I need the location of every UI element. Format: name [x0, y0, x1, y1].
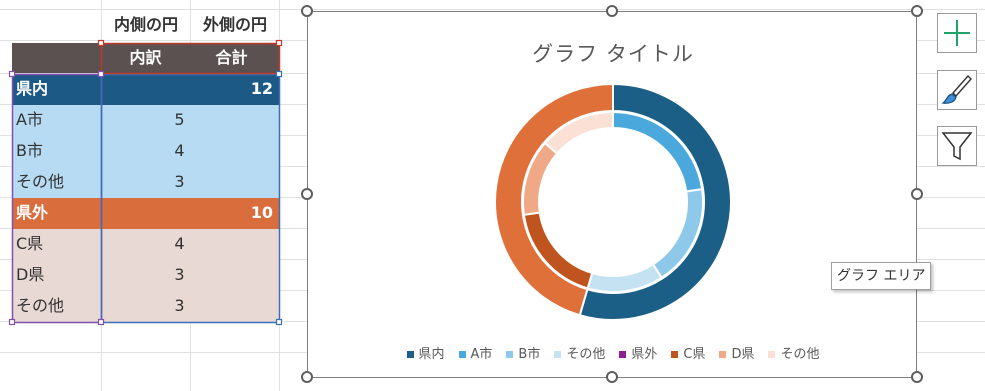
legend-swatch	[506, 351, 514, 358]
legend-swatch	[406, 351, 414, 358]
filter-icon	[941, 132, 973, 161]
legend-label: B市	[518, 347, 541, 362]
legend-entry[interactable]: B市	[506, 343, 540, 362]
chart-area[interactable]: グラフ タイトル 県内 A市 B市 その他 県外 C県 D県 その他	[307, 11, 917, 378]
chart-area-tooltip: グラフ エリア	[831, 262, 932, 290]
resize-handle-bottom-left[interactable]	[301, 371, 313, 383]
chart-styles-button[interactable]	[937, 70, 977, 110]
legend-swatch	[619, 351, 627, 358]
resize-handle-bottom[interactable]	[606, 371, 618, 383]
legend-label: その他	[566, 347, 606, 362]
legend-label: 県外	[631, 347, 658, 362]
resize-handle-right[interactable]	[911, 188, 923, 200]
legend-entry[interactable]: 県内	[406, 343, 445, 362]
resize-handle-top[interactable]	[606, 5, 618, 17]
legend-entry[interactable]: 県外	[619, 343, 657, 362]
legend-swatch	[671, 351, 679, 358]
legend-label: D県	[731, 347, 755, 362]
plus-icon	[944, 20, 970, 46]
legend-swatch	[719, 351, 727, 358]
chart-legend[interactable]: 県内 A市 B市 その他 県外 C県 D県 その他	[308, 343, 918, 362]
brush-icon	[941, 74, 972, 104]
legend-entry[interactable]: D県	[719, 343, 754, 362]
legend-label: A市	[470, 347, 493, 362]
legend-label: 県内	[418, 347, 445, 362]
legend-entry[interactable]: その他	[554, 343, 605, 362]
resize-handle-top-right[interactable]	[911, 5, 923, 17]
legend-entry[interactable]: C県	[671, 343, 705, 362]
chart-elements-button[interactable]	[937, 13, 977, 53]
doughnut-chart[interactable]	[308, 12, 918, 379]
resize-handle-bottom-right[interactable]	[911, 371, 923, 383]
legend-entry[interactable]: その他	[768, 343, 819, 362]
legend-label: C県	[683, 347, 706, 362]
legend-entry[interactable]: A市	[458, 343, 493, 362]
resize-handle-top-left[interactable]	[301, 5, 313, 17]
resize-handle-left[interactable]	[301, 188, 313, 200]
legend-label: その他	[780, 347, 820, 362]
legend-swatch	[554, 351, 562, 358]
chart-filters-button[interactable]	[937, 126, 977, 166]
legend-swatch	[458, 351, 466, 358]
legend-swatch	[768, 351, 776, 358]
